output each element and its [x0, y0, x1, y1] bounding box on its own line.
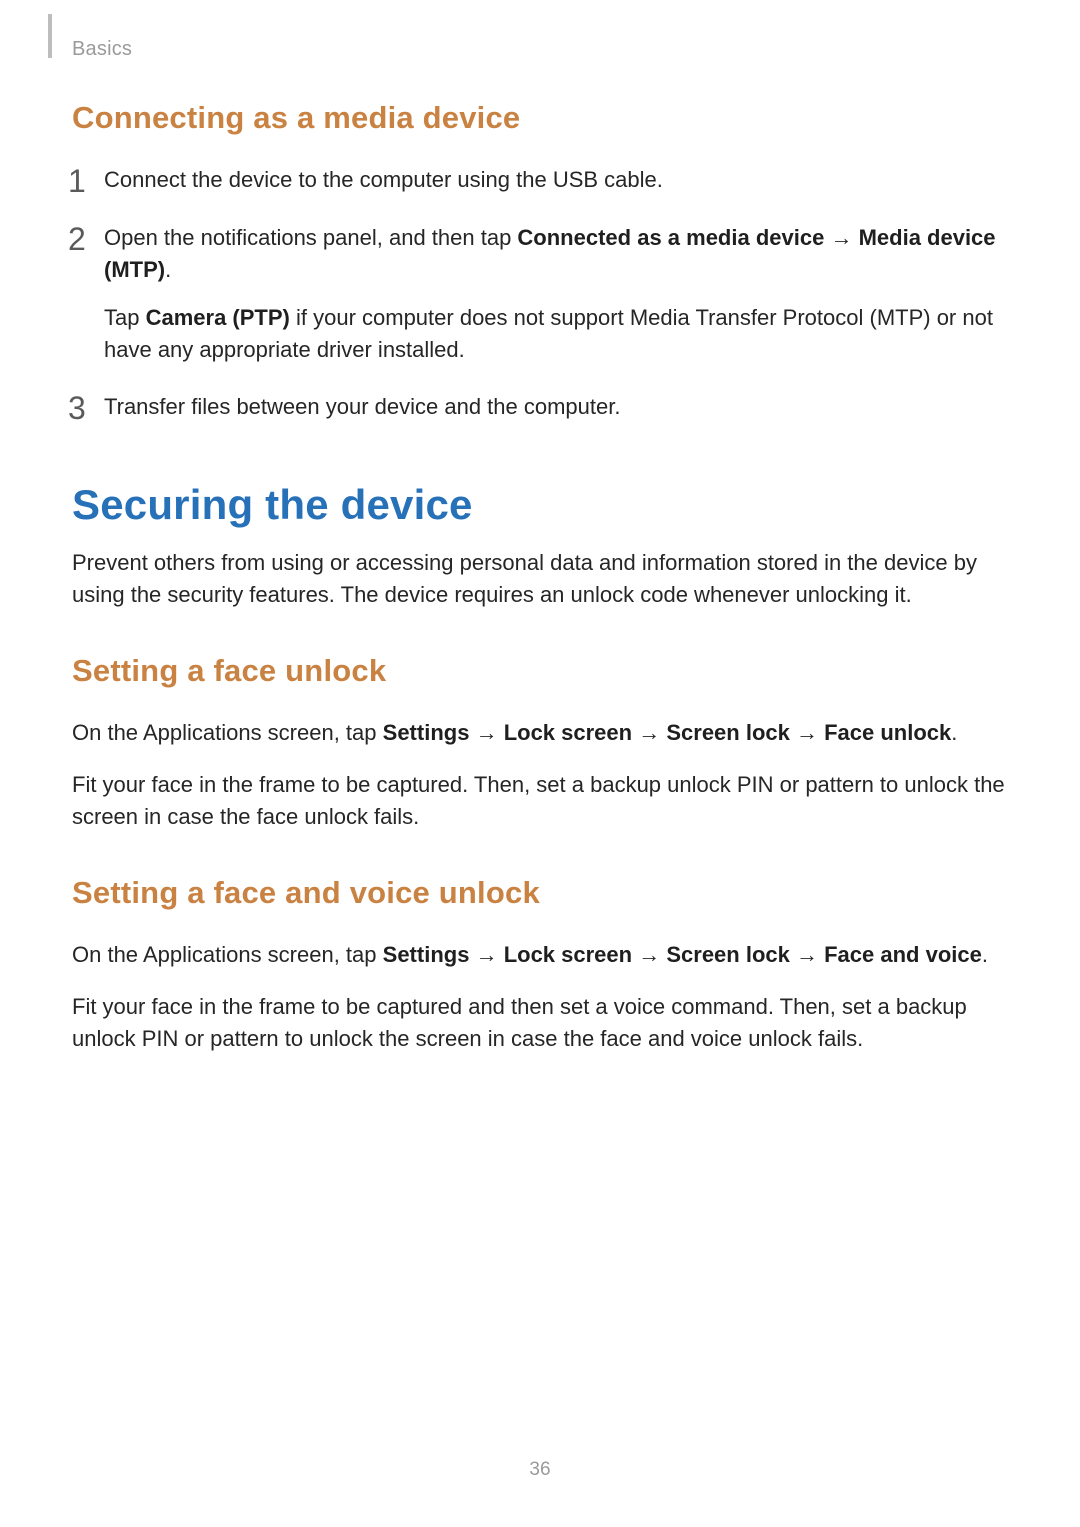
face-voice-post: . — [982, 942, 988, 967]
face-voice-path: On the Applications screen, tap Settings… — [72, 939, 1008, 971]
securing-intro: Prevent others from using or accessing p… — [72, 547, 1008, 611]
face-voice-b1: Settings — [383, 942, 470, 967]
face-voice-desc: Fit your face in the frame to be capture… — [72, 991, 1008, 1055]
heading-face-voice-unlock: Setting a face and voice unlock — [72, 875, 1008, 911]
face-voice-b4: Face and voice — [824, 942, 982, 967]
step-1-text: Connect the device to the computer using… — [104, 167, 663, 192]
step-2-text: Open the notifications panel, and then t… — [104, 225, 996, 282]
face-unlock-post: . — [951, 720, 957, 745]
face-unlock-b3: Screen lock — [666, 720, 790, 745]
arrow-icon: → — [638, 939, 660, 971]
heading-securing: Securing the device — [72, 481, 1008, 529]
arrow-icon: → — [476, 717, 498, 749]
step-3: Transfer files between your device and t… — [72, 391, 1008, 423]
step-2: Open the notifications panel, and then t… — [72, 222, 1008, 366]
step-1: Connect the device to the computer using… — [72, 164, 1008, 196]
step-2-sub: Tap Camera (PTP) if your computer does n… — [104, 302, 1008, 366]
face-voice-pre: On the Applications screen, tap — [72, 942, 383, 967]
heading-face-unlock: Setting a face unlock — [72, 653, 1008, 689]
step-3-text: Transfer files between your device and t… — [104, 394, 620, 419]
step-2-pre: Open the notifications panel, and then t… — [104, 225, 517, 250]
page: Basics Connecting as a media device Conn… — [0, 0, 1080, 1527]
breadcrumb: Basics — [72, 38, 132, 61]
step-2-bold-1: Connected as a media device — [517, 225, 824, 250]
face-unlock-b1: Settings — [383, 720, 470, 745]
arrow-icon: → — [796, 717, 818, 749]
face-voice-b2: Lock screen — [504, 942, 632, 967]
face-unlock-b4: Face unlock — [824, 720, 951, 745]
step-2-sub-pre: Tap — [104, 305, 146, 330]
step-2-post: . — [165, 257, 171, 282]
arrow-icon: → — [638, 717, 660, 749]
face-voice-b3: Screen lock — [666, 942, 790, 967]
arrow-icon: → — [796, 939, 818, 971]
page-number: 36 — [0, 1459, 1080, 1481]
face-unlock-desc: Fit your face in the frame to be capture… — [72, 769, 1008, 833]
face-unlock-b2: Lock screen — [504, 720, 632, 745]
arrow-icon: → — [476, 939, 498, 971]
heading-connecting: Connecting as a media device — [72, 100, 1008, 136]
step-2-sub-bold: Camera (PTP) — [146, 305, 290, 330]
header-rule — [48, 14, 52, 58]
content: Connecting as a media device Connect the… — [72, 100, 1008, 1074]
face-unlock-path: On the Applications screen, tap Settings… — [72, 717, 1008, 749]
steps-list: Connect the device to the computer using… — [72, 164, 1008, 423]
arrow-icon: → — [830, 222, 852, 254]
face-unlock-pre: On the Applications screen, tap — [72, 720, 383, 745]
